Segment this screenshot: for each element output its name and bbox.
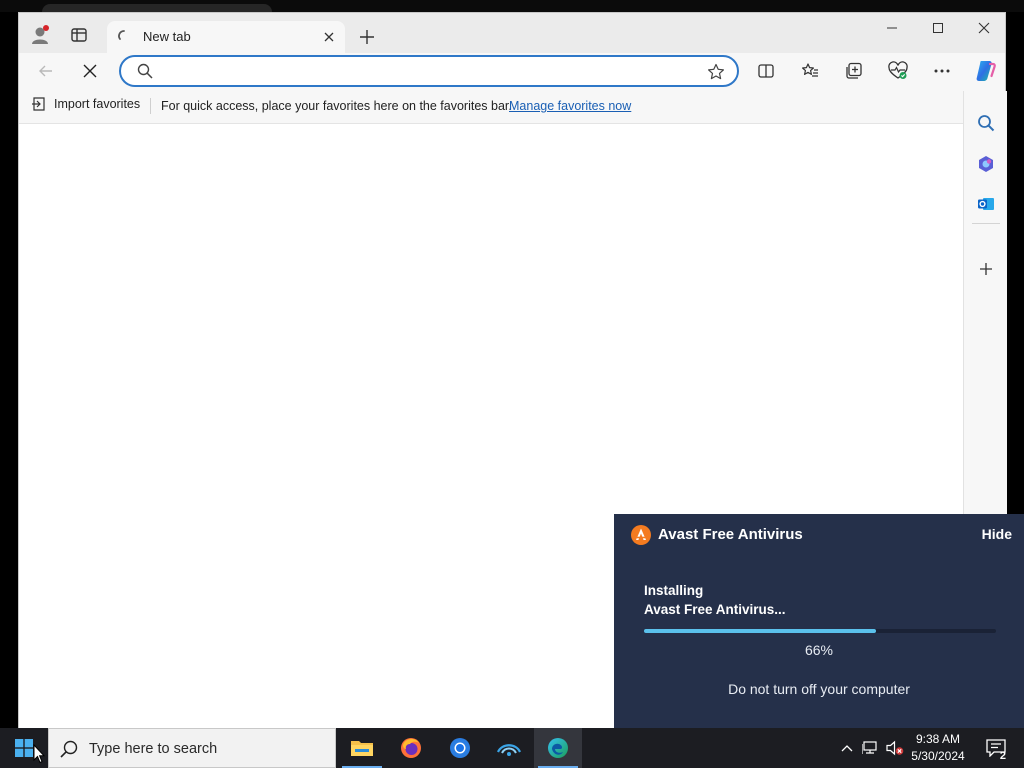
install-progress-bar: [644, 629, 996, 633]
taskbar-edge[interactable]: [534, 728, 582, 768]
tab-title: New tab: [143, 29, 191, 44]
title-bar: New tab: [19, 13, 1005, 53]
clock-time: 9:38 AM: [915, 732, 961, 746]
stop-loading-icon: [83, 64, 97, 78]
sidebar-add-button[interactable]: [970, 253, 1002, 285]
more-options-icon: [934, 69, 950, 73]
window-close-icon: [978, 22, 990, 34]
favorites-icon: [802, 63, 818, 77]
mouse-pointer-icon: [33, 744, 45, 764]
action-center-button[interactable]: 2: [976, 728, 1016, 768]
browser-essentials-button[interactable]: [882, 55, 914, 87]
import-favorites-button[interactable]: Import favorites: [31, 96, 140, 112]
window-close-button[interactable]: [961, 13, 1007, 43]
minimize-button[interactable]: [869, 13, 915, 43]
install-status-line2: Avast Free Antivirus...: [644, 602, 786, 617]
back-icon: [39, 65, 52, 77]
favorites-bar: Import favorites For quick access, place…: [19, 91, 963, 121]
loading-icon: [117, 29, 131, 46]
sidebar-divider: [972, 223, 1000, 224]
avast-logo-icon: [631, 525, 651, 545]
copilot-sidebar-button[interactable]: [970, 148, 1002, 180]
taskbar-search-box[interactable]: Type here to search: [48, 728, 336, 768]
edge-icon: [548, 738, 568, 758]
tab-new-tab[interactable]: New tab: [107, 21, 345, 53]
more-options-button[interactable]: [926, 55, 958, 87]
sidebar-search-icon: [978, 115, 995, 132]
maximize-icon: [933, 23, 943, 33]
install-status-line1: Installing: [644, 583, 704, 598]
taskbar-search-icon: [60, 740, 78, 758]
taskbar-search-placeholder: Type here to search: [89, 741, 218, 757]
sidebar-add-icon: [980, 263, 992, 275]
search-icon: [137, 63, 153, 82]
clock-date: 5/30/2024: [911, 749, 965, 763]
address-bar[interactable]: [119, 55, 739, 87]
maximize-button[interactable]: [915, 13, 961, 43]
back-button[interactable]: [30, 55, 62, 87]
network-app-icon: [496, 744, 522, 756]
file-explorer-icon: [351, 741, 373, 756]
install-warning-note: Do not turn off your computer: [728, 681, 910, 697]
taskbar: Type here to search 9:38 AM 5/30/2024 2: [0, 728, 1024, 768]
import-favorites-icon: [32, 97, 45, 111]
avast-install-notification: Avast Free Antivirus Hide Installing Ava…: [614, 514, 1024, 728]
hide-button[interactable]: Hide: [982, 526, 1012, 542]
outlook-button[interactable]: [970, 188, 1002, 220]
favorites-bar-divider: [150, 98, 151, 114]
collections-icon: [846, 62, 862, 79]
taskbar-chrome[interactable]: [436, 728, 484, 768]
collections-button[interactable]: [838, 55, 870, 87]
browser-essentials-icon: [888, 61, 908, 79]
tab-close-icon[interactable]: [319, 27, 339, 47]
favorites-bar-message: For quick access, place your favorites h…: [161, 99, 512, 113]
volume-button[interactable]: [884, 728, 906, 768]
notification-title: Avast Free Antivirus: [658, 526, 803, 543]
volume-muted-icon: [886, 740, 904, 756]
favorite-star-icon[interactable]: [707, 63, 725, 84]
notification-count-badge: 2: [999, 750, 1006, 762]
manage-favorites-link[interactable]: Manage favorites now: [509, 99, 631, 113]
stop-loading-button[interactable]: [74, 55, 106, 87]
new-tab-icon: [360, 30, 374, 44]
chevron-up-icon: [841, 745, 853, 752]
windows-logo-icon: [15, 739, 33, 757]
split-screen-icon: [758, 64, 774, 78]
new-tab-button[interactable]: [353, 23, 381, 51]
copilot-button[interactable]: [969, 55, 1001, 87]
network-icon: [862, 741, 877, 754]
desktop-background: [0, 0, 1024, 14]
navigation-toolbar: [19, 53, 1005, 89]
taskbar-clock[interactable]: 9:38 AM 5/30/2024: [906, 731, 970, 765]
show-hidden-icons-button[interactable]: [836, 728, 858, 768]
taskbar-network-app[interactable]: [485, 728, 533, 768]
minimize-icon: [887, 27, 897, 29]
chrome-icon: [450, 738, 470, 758]
profile-icon[interactable]: [25, 19, 57, 51]
taskbar-firefox[interactable]: [387, 728, 435, 768]
copilot-icon: [976, 61, 996, 81]
import-favorites-label: Import favorites: [54, 97, 141, 111]
split-screen-button[interactable]: [750, 55, 782, 87]
network-status-button[interactable]: [860, 728, 882, 768]
taskbar-file-explorer[interactable]: [338, 728, 386, 768]
install-progress-label: 66%: [804, 642, 834, 658]
install-progress-fill: [644, 629, 877, 633]
sidebar-search-button[interactable]: [970, 107, 1002, 139]
favorites-button[interactable]: [794, 55, 826, 87]
workspaces-icon[interactable]: [63, 19, 95, 51]
install-status: Installing Avast Free Antivirus...: [644, 581, 786, 619]
firefox-icon: [401, 738, 421, 758]
outlook-icon: [978, 198, 994, 210]
copilot-sidebar-icon: [979, 156, 993, 172]
address-input[interactable]: [161, 61, 691, 81]
